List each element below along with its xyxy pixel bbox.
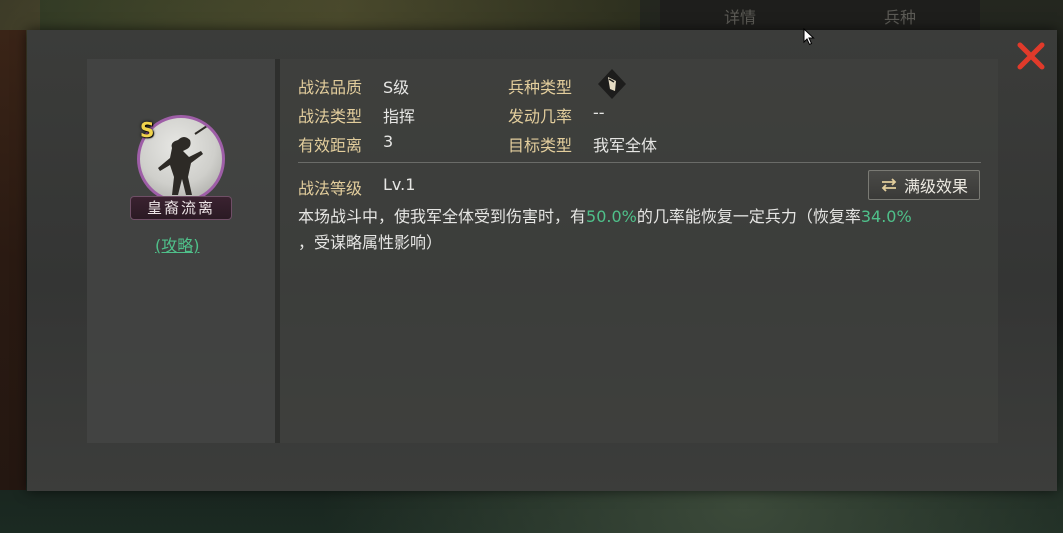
quality-value: S级 (383, 78, 410, 97)
description-part1: 本场战斗中，使我军全体受到伤害时，有 (298, 207, 587, 226)
tactic-description: 本场战斗中，使我军全体受到伤害时，有50.0%的几率能恢复一定兵力（恢复率34.… (298, 204, 988, 256)
swap-icon (881, 178, 897, 192)
close-button[interactable] (1016, 41, 1046, 71)
level-value: Lv.1 (383, 175, 416, 194)
troop-type-icon (595, 67, 629, 101)
grade-badge: S (140, 118, 155, 142)
description-part2: 的几率能恢复一定兵力（恢复率 (636, 207, 861, 226)
quality-label: 战法品质 (298, 78, 363, 97)
description-part3: ，受谋略属性影响） (298, 233, 443, 252)
background-top-bar (40, 0, 640, 30)
range-label: 有效距离 (298, 136, 363, 155)
info-divider (298, 162, 981, 163)
background-tab-troop: 兵种 (883, 8, 916, 27)
recovery-rate-highlight: 34.0% (860, 207, 912, 226)
max-level-effect-label: 满级效果 (903, 177, 968, 196)
tactic-type-value: 指挥 (383, 107, 416, 126)
close-icon (1017, 42, 1045, 70)
trigger-rate-label: 发动几率 (508, 107, 573, 126)
guide-link[interactable]: (攻略) (155, 232, 200, 256)
target-type-value: 我军全体 (593, 136, 658, 155)
mouse-cursor-icon (803, 28, 815, 46)
target-type-label: 目标类型 (508, 136, 573, 155)
trigger-rate-value: -- (593, 103, 605, 122)
tactic-name-plate: 皇裔流离 (130, 196, 232, 220)
max-level-effect-button[interactable]: 满级效果 (868, 170, 980, 200)
range-value: 3 (383, 132, 394, 151)
troop-type-label: 兵种类型 (508, 78, 573, 97)
trigger-rate-highlight: 50.0% (586, 207, 637, 226)
background-tab-detail: 详情 (723, 8, 756, 27)
background-left-edge (0, 30, 26, 490)
level-label: 战法等级 (298, 179, 363, 198)
background-tabs: 详情 兵种 (660, 0, 980, 32)
tactic-type-label: 战法类型 (298, 107, 363, 126)
